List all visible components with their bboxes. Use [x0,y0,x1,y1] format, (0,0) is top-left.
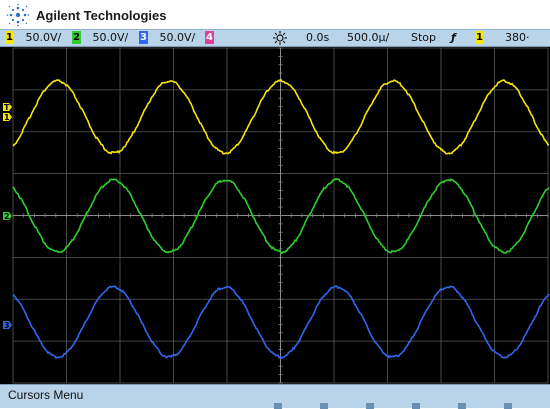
run-state[interactable]: Stop [411,30,436,46]
channel-2-badge: 2 [72,31,81,44]
softkey-tab[interactable] [320,403,328,409]
trigger-level[interactable]: 380· [505,30,530,46]
channel-1-ground-marker[interactable]: 1 [3,113,12,122]
waveform-graticule: T1 2 3 [3,47,550,384]
channel-3-scale: 50.0V/ [159,31,196,44]
svg-text:T: T [4,103,10,112]
waveform-display[interactable]: T1 2 3 [0,47,550,384]
channel-2-scale: 50.0V/ [92,31,129,44]
svg-text:1: 1 [4,113,10,122]
channel-4-indicator[interactable]: 4 [205,30,214,46]
channel-3-badge: 3 [139,31,148,44]
channel-3-ground-marker[interactable]: 3 [3,321,12,330]
svg-text:2: 2 [4,212,10,221]
softkey-tab[interactable] [366,403,374,409]
trigger-slope-icon: ƒ [451,31,456,44]
softkey-menu-bar: Cursors Menu [0,384,550,409]
status-bar: 1 50.0V/ 2 50.0V/ 3 50.0V/ 4 0.0s 500.0µ… [0,29,550,47]
trigger-source-badge: 1 [475,31,484,44]
softkey-tab[interactable] [504,403,512,409]
delay-icon [272,30,288,46]
delay-value[interactable]: 0.0s [306,30,329,46]
channel-3-indicator[interactable]: 3 50.0V/ [139,30,195,46]
trigger-source-indicator[interactable]: 1 [475,30,484,46]
channel-4-badge: 4 [205,31,214,44]
softkey-tab[interactable] [458,403,466,409]
trigger-level-marker[interactable]: T [3,103,12,112]
menu-title: Cursors Menu [8,388,84,402]
channel-1-scale: 50.0V/ [25,31,62,44]
header-bar: Agilent Technologies [0,0,550,29]
channel-1-badge: 1 [5,31,14,44]
agilent-spark-logo-icon [6,3,30,27]
timebase-value[interactable]: 500.0µ/ [347,30,389,46]
channel-2-indicator[interactable]: 2 50.0V/ [72,30,128,46]
channel-2-ground-marker[interactable]: 2 [3,212,12,221]
softkey-tab[interactable] [412,403,420,409]
softkey-tab[interactable] [274,403,282,409]
softkey-tabs [272,403,550,409]
channel-1-indicator[interactable]: 1 50.0V/ [5,30,61,46]
svg-text:3: 3 [4,321,10,330]
brand-name: Agilent Technologies [36,8,167,23]
